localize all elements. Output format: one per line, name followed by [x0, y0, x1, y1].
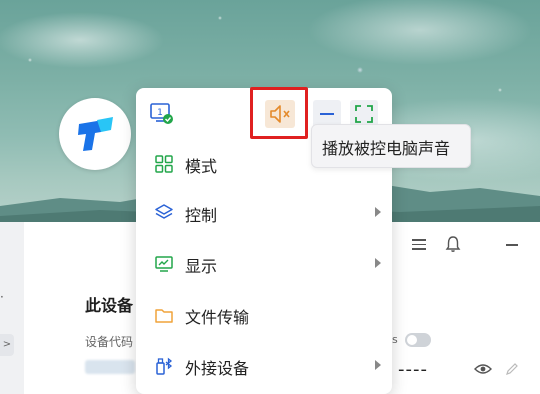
section-title: 此设备	[85, 296, 134, 315]
app-logo	[59, 98, 131, 170]
monitor-select-button[interactable]: 1	[148, 100, 174, 126]
menu-item-label: 显示	[185, 257, 218, 276]
window-minimize-icon[interactable]	[506, 244, 518, 246]
eye-icon[interactable]	[474, 363, 492, 375]
menu-item-display[interactable]: 显示	[136, 240, 392, 288]
sidebar-expand-tab[interactable]: >	[0, 334, 14, 356]
toggle-switch[interactable]	[405, 333, 431, 347]
todesk-logo-icon	[78, 117, 113, 151]
svg-text:1: 1	[157, 108, 163, 118]
grid-icon	[155, 155, 173, 173]
menu-item-label: 控制	[185, 206, 218, 225]
device-code-value-blurred	[85, 360, 135, 374]
menu-item-label: 文件传输	[185, 308, 250, 327]
app-sidebar	[0, 222, 24, 394]
menu-item-label: 模式	[185, 157, 218, 176]
toggle-label-fragment: s	[392, 333, 398, 346]
monitor-chart-icon	[155, 256, 173, 272]
chevron-right-icon	[375, 207, 381, 217]
menu-icon[interactable]	[412, 236, 426, 250]
usb-bluetooth-icon	[156, 357, 173, 375]
tooltip-text: 播放被控电脑声音	[322, 139, 451, 158]
menu-item-label: 外接设备	[185, 359, 250, 378]
menu-item-file-transfer[interactable]: 文件传输	[136, 291, 392, 339]
chevron-right-icon	[375, 360, 381, 370]
highlight-box	[250, 87, 308, 139]
device-code-label: 设备代码	[85, 335, 134, 349]
bell-icon[interactable]	[445, 235, 461, 253]
folder-icon	[155, 309, 173, 323]
layers-icon	[155, 204, 173, 219]
menu-item-external-devices[interactable]: 外接设备	[136, 342, 392, 390]
hidden-password: ----	[398, 359, 428, 380]
edit-icon[interactable]	[505, 362, 519, 376]
monitor-icon: 1	[150, 103, 173, 124]
sidebar-mark: ·	[0, 290, 4, 304]
minimize-icon	[320, 113, 334, 115]
menu-item-control[interactable]: 控制	[136, 189, 392, 237]
mute-tooltip: 播放被控电脑声音	[311, 124, 471, 168]
chevron-right-icon	[375, 258, 381, 268]
